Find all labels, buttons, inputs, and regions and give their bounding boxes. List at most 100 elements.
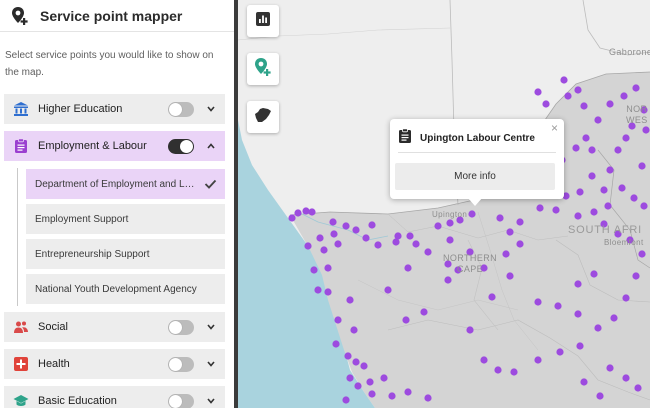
service-point-marker[interactable] [642, 126, 650, 134]
service-point-marker[interactable] [368, 390, 376, 398]
service-point-marker[interactable] [329, 218, 337, 226]
chevron-down-icon[interactable] [206, 324, 216, 330]
service-point-marker[interactable] [352, 226, 360, 234]
service-point-marker[interactable] [302, 207, 310, 215]
service-point-marker[interactable] [574, 86, 582, 94]
category-social[interactable]: Social [4, 312, 225, 342]
service-point-marker[interactable] [516, 218, 524, 226]
statistics-button[interactable] [247, 5, 279, 37]
service-point-marker[interactable] [582, 134, 590, 142]
category-toggle[interactable] [168, 393, 194, 408]
category-employment-labour[interactable]: Employment & Labour [4, 131, 225, 161]
service-point-marker[interactable] [594, 324, 602, 332]
service-point-marker[interactable] [506, 272, 514, 280]
service-point-marker[interactable] [576, 188, 584, 196]
service-point-marker[interactable] [354, 382, 362, 390]
service-point-marker[interactable] [596, 392, 604, 400]
service-point-marker[interactable] [342, 222, 350, 230]
subcategory-department-of-employment-and-labour[interactable]: Department of Employment and Labour [26, 169, 225, 199]
service-point-marker[interactable] [360, 362, 368, 370]
service-point-marker[interactable] [494, 366, 502, 374]
service-point-marker[interactable] [606, 364, 614, 372]
service-point-marker[interactable] [332, 340, 340, 348]
service-point-marker[interactable] [324, 288, 332, 296]
service-point-marker[interactable] [606, 166, 614, 174]
service-point-marker[interactable] [334, 316, 342, 324]
service-point-marker[interactable] [304, 242, 312, 250]
subcategory-entrepreneurship-support[interactable]: Entrepreneurship Support [26, 239, 225, 269]
service-point-marker[interactable] [610, 314, 618, 322]
service-point-marker[interactable] [502, 250, 510, 258]
subcategory-employment-support[interactable]: Employment Support [26, 204, 225, 234]
service-point-marker[interactable] [468, 210, 476, 218]
service-point-marker[interactable] [640, 202, 648, 210]
service-point-marker[interactable] [632, 84, 640, 92]
service-point-marker[interactable] [294, 209, 302, 217]
service-point-marker[interactable] [632, 272, 640, 280]
service-point-marker[interactable] [404, 264, 412, 272]
service-point-marker[interactable] [622, 134, 630, 142]
service-point-marker[interactable] [604, 202, 612, 210]
service-point-marker[interactable] [510, 368, 518, 376]
category-toggle[interactable] [168, 356, 194, 372]
service-point-marker[interactable] [580, 102, 588, 110]
service-point-marker[interactable] [346, 374, 354, 382]
service-point-marker[interactable] [496, 214, 504, 222]
service-point-marker[interactable] [574, 280, 582, 288]
more-info-button[interactable]: More info [395, 163, 555, 190]
service-point-marker[interactable] [576, 342, 584, 350]
service-point-marker[interactable] [622, 294, 630, 302]
service-point-marker[interactable] [606, 100, 614, 108]
service-point-marker[interactable] [402, 316, 410, 324]
service-point-marker[interactable] [346, 296, 354, 304]
service-point-marker[interactable] [480, 356, 488, 364]
service-point-marker[interactable] [330, 230, 338, 238]
service-point-marker[interactable] [506, 228, 514, 236]
service-point-marker[interactable] [334, 240, 342, 248]
service-point-marker[interactable] [420, 308, 428, 316]
service-point-marker[interactable] [534, 88, 542, 96]
service-point-marker[interactable] [324, 264, 332, 272]
service-point-marker[interactable] [380, 374, 388, 382]
service-point-marker[interactable] [374, 241, 382, 249]
close-icon[interactable]: × [551, 121, 558, 135]
category-toggle[interactable] [168, 138, 194, 154]
category-health[interactable]: Health [4, 349, 225, 379]
service-point-marker[interactable] [310, 266, 318, 274]
service-point-marker[interactable] [534, 298, 542, 306]
service-point-marker[interactable] [444, 276, 452, 284]
chevron-down-icon[interactable] [206, 106, 216, 112]
service-point-marker[interactable] [366, 378, 374, 386]
service-point-marker[interactable] [404, 388, 412, 396]
service-point-marker[interactable] [392, 238, 400, 246]
service-point-marker[interactable] [600, 186, 608, 194]
chevron-down-icon[interactable] [206, 398, 216, 404]
service-point-marker[interactable] [308, 208, 316, 216]
service-point-marker[interactable] [320, 246, 328, 254]
service-point-marker[interactable] [406, 232, 414, 240]
map-canvas[interactable]: Gaborone NOR WES SOUTH AFRI Bloemfont Up… [238, 0, 650, 408]
service-point-marker[interactable] [556, 348, 564, 356]
service-point-marker[interactable] [622, 374, 630, 382]
service-point-marker[interactable] [466, 326, 474, 334]
service-point-marker[interactable] [554, 302, 562, 310]
service-point-marker[interactable] [594, 116, 602, 124]
add-location-button[interactable] [247, 53, 279, 85]
service-point-marker[interactable] [536, 204, 544, 212]
service-point-marker[interactable] [560, 76, 568, 84]
service-point-marker[interactable] [434, 222, 442, 230]
service-point-marker[interactable] [350, 326, 358, 334]
service-point-marker[interactable] [552, 206, 560, 214]
chevron-up-icon[interactable] [206, 143, 216, 149]
service-point-marker[interactable] [352, 358, 360, 366]
region-button[interactable] [247, 101, 279, 133]
service-point-marker[interactable] [580, 378, 588, 386]
service-point-marker[interactable] [316, 234, 324, 242]
category-toggle[interactable] [168, 319, 194, 335]
service-point-marker[interactable] [344, 352, 352, 360]
service-point-marker[interactable] [446, 236, 454, 244]
service-point-marker[interactable] [368, 221, 376, 229]
service-point-marker[interactable] [564, 92, 572, 100]
service-point-marker[interactable] [488, 293, 496, 301]
service-point-marker[interactable] [588, 146, 596, 154]
